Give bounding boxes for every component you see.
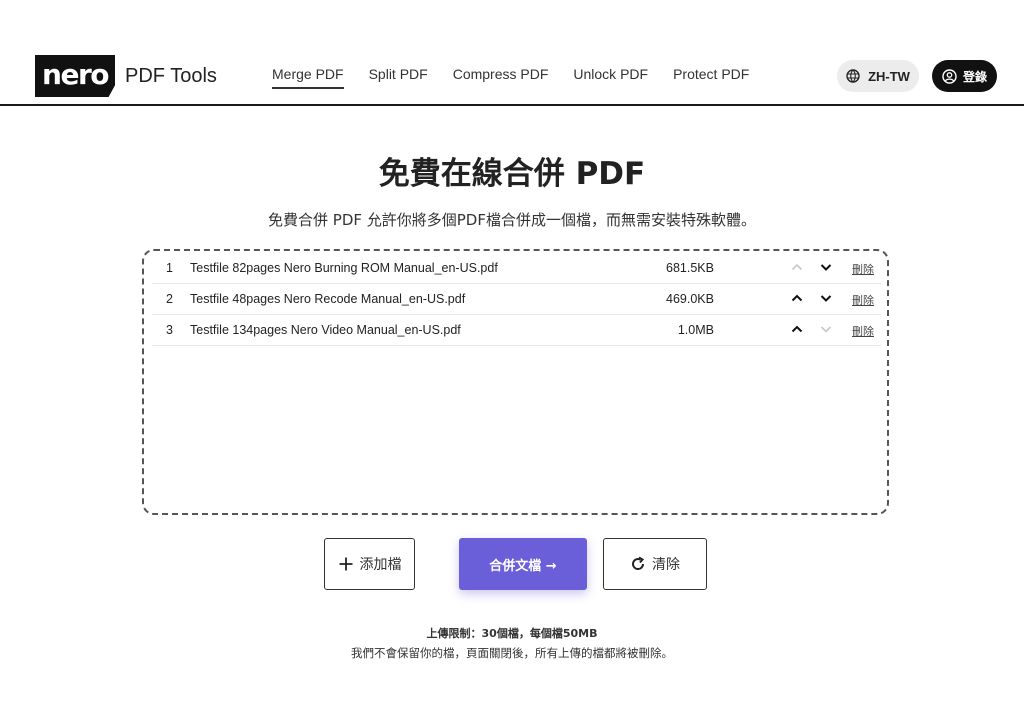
file-name: Testfile 134pages Nero Video Manual_en-U…: [190, 323, 461, 337]
upload-limit-text: 上傳限制：30個檔，每個檔50MB: [426, 627, 598, 640]
file-name: Testfile 82pages Nero Burning ROM Manual…: [190, 261, 498, 275]
page-title: 免費在線合併 PDF: [378, 156, 646, 192]
privacy-note: 我們不會保留你的檔，頁面關閉後，所有上傳的檔都將被刪除。: [351, 646, 673, 660]
nero-logo[interactable]: nero PDF Tools: [35, 55, 217, 97]
file-size: 469.0KB: [666, 292, 714, 306]
file-size: 681.5KB: [666, 261, 714, 275]
file-row: 2 Testfile 48pages Nero Recode Manual_en…: [152, 284, 881, 315]
nav-unlock-pdf[interactable]: Unlock PDF: [573, 66, 648, 89]
file-index: 2: [166, 292, 173, 306]
file-size: 1.0MB: [677, 323, 714, 337]
nav-split-pdf[interactable]: Split PDF: [369, 66, 428, 89]
add-file-label: 添加檔: [359, 557, 402, 573]
logo-text: nero: [42, 58, 109, 91]
delete-link[interactable]: 刪除: [852, 323, 874, 339]
clear-button[interactable]: 清除: [603, 538, 707, 590]
file-name: Testfile 48pages Nero Recode Manual_en-U…: [190, 292, 466, 306]
language-button[interactable]: ZH-TW: [837, 60, 919, 92]
globe-icon: [846, 69, 860, 83]
page-subtitle: 免費合併 PDF 允許你將多個PDF檔合併成一個檔，而無需安裝特殊軟體。: [268, 211, 756, 229]
delete-link[interactable]: 刪除: [852, 261, 874, 277]
login-label: 登錄: [962, 69, 987, 84]
app-name: PDF Tools: [125, 64, 217, 87]
refresh-icon: [632, 556, 645, 570]
nav-compress-pdf[interactable]: Compress PDF: [453, 66, 549, 89]
merge-button[interactable]: 合併文檔 →: [459, 538, 587, 590]
language-label: ZH-TW: [868, 68, 910, 84]
move-down-icon[interactable]: [818, 321, 834, 337]
header: nero PDF Tools Merge PDF Split PDF Compr…: [0, 0, 1024, 106]
file-index: 1: [166, 261, 173, 275]
move-up-icon[interactable]: [789, 259, 805, 275]
plus-icon: [339, 557, 352, 571]
login-button[interactable]: 登錄: [932, 60, 997, 92]
add-file-button[interactable]: 添加檔: [324, 538, 415, 590]
merge-label: 合併文檔 →: [489, 558, 557, 574]
main-nav: Merge PDF Split PDF Compress PDF Unlock …: [262, 66, 774, 89]
user-icon: [942, 68, 957, 84]
move-up-icon[interactable]: [789, 290, 805, 306]
move-down-icon[interactable]: [818, 259, 834, 275]
file-dropzone[interactable]: 1 Testfile 82pages Nero Burning ROM Manu…: [142, 249, 889, 515]
delete-link[interactable]: 刪除: [852, 292, 874, 308]
move-down-icon[interactable]: [818, 290, 834, 306]
clear-label: 清除: [652, 557, 680, 573]
nav-merge-pdf[interactable]: Merge PDF: [272, 66, 344, 89]
nero-logo-mark: nero: [35, 55, 115, 97]
file-row: 1 Testfile 82pages Nero Burning ROM Manu…: [152, 253, 881, 284]
file-index: 3: [166, 323, 173, 337]
move-up-icon[interactable]: [789, 321, 805, 337]
nav-protect-pdf[interactable]: Protect PDF: [673, 66, 749, 89]
file-row: 3 Testfile 134pages Nero Video Manual_en…: [152, 315, 881, 346]
